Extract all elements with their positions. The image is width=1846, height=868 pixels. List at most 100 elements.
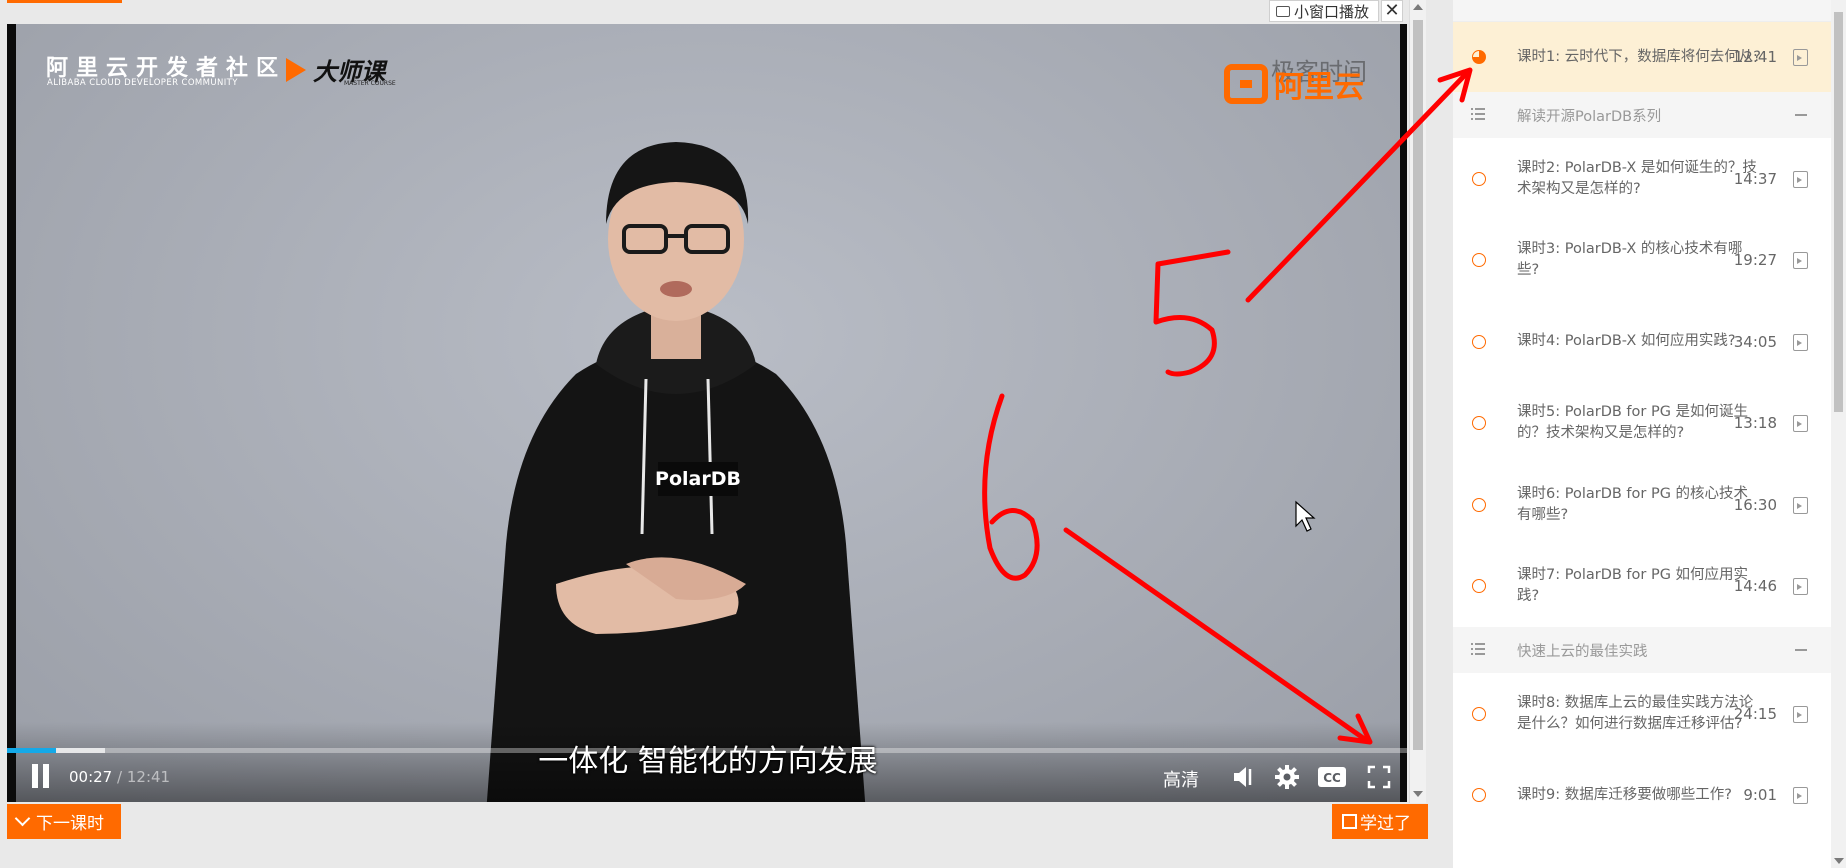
outline-scrollbar[interactable] <box>1831 0 1846 868</box>
outline-scrollbar-thumb[interactable] <box>1834 12 1843 412</box>
mark-learned-button[interactable]: 学过了 <box>1332 804 1428 839</box>
lesson-title: 课时9: 数据库迁移要做哪些工作? <box>1517 786 1732 803</box>
progress-played <box>7 748 56 753</box>
lesson-title: 课时3: PolarDB-X 的核心技术有哪些? <box>1517 241 1743 279</box>
checkbox-icon <box>1342 814 1357 829</box>
letterbox-left <box>7 24 16 802</box>
outline-section-header[interactable]: 快速上云的最佳实践 <box>1453 627 1831 673</box>
progress-circle-icon <box>1472 579 1486 594</box>
collapse-minus-icon[interactable] <box>1795 114 1807 116</box>
svg-text:CC: CC <box>1323 771 1341 785</box>
list-icon <box>1471 643 1485 655</box>
section-title: 解读开源PolarDB系列 <box>1517 108 1662 125</box>
lesson-item[interactable]: 课时4: PolarDB-X 如何应用实践? 34:05 <box>1453 301 1831 383</box>
outline-header-strip <box>1453 0 1831 22</box>
player-area-scrollbar[interactable] <box>1409 0 1426 803</box>
progress-circle-icon <box>1472 788 1486 803</box>
volume-icon[interactable] <box>1229 762 1259 792</box>
total-time: 12:41 <box>126 768 171 786</box>
video-file-icon <box>1793 496 1808 514</box>
video-frame[interactable]: 阿里云开发者社区 ALIBABA CLOUD DEVELOPER COMMUNI… <box>16 24 1400 802</box>
video-file-icon <box>1793 333 1808 351</box>
lesson-item[interactable]: 课时6: PolarDB for PG 的核心技术有哪些? 16:30 <box>1453 464 1831 546</box>
lesson-title: 课时5: PolarDB for PG 是如何诞生的？技术架构又是怎样的? <box>1517 404 1749 442</box>
lesson-duration: 34:05 <box>1733 332 1777 351</box>
next-lesson-button[interactable]: 下一课时 <box>7 804 121 839</box>
pause-button[interactable] <box>30 764 52 788</box>
lesson-duration: 13:18 <box>1733 414 1777 433</box>
video-file-icon <box>1793 705 1808 723</box>
aliyun-logo-text: 阿里云 <box>1274 70 1364 105</box>
scroll-up-arrow-icon[interactable] <box>1413 4 1423 10</box>
master-course-play-icon <box>286 58 306 82</box>
lesson-title: 课时6: PolarDB for PG 的核心技术有哪些? <box>1517 485 1749 523</box>
collapse-minus-icon[interactable] <box>1795 649 1807 651</box>
lesson-item[interactable]: 课时5: PolarDB for PG 是如何诞生的？技术架构又是怎样的? 13:… <box>1453 383 1831 465</box>
scroll-down-arrow-icon[interactable] <box>1413 791 1423 797</box>
aliyun-icon <box>1224 64 1268 104</box>
lesson-title: 课时4: PolarDB-X 如何应用实践? <box>1517 333 1736 350</box>
quality-selector[interactable]: 高清 <box>1163 766 1199 792</box>
video-file-icon <box>1793 252 1808 270</box>
top-tab-indicator <box>7 0 122 3</box>
video-file-icon <box>1793 578 1808 596</box>
settings-gear-icon[interactable] <box>1272 762 1302 792</box>
progress-circle-icon <box>1472 50 1486 64</box>
progress-circle-icon <box>1472 334 1486 349</box>
lesson-duration: 12:41 <box>1733 48 1777 66</box>
mini-window-label: 小窗口播放 <box>1294 2 1370 21</box>
chevron-down-icon <box>14 810 31 827</box>
master-course-logo-en: MASTER COURSE <box>344 80 396 87</box>
progress-bar[interactable] <box>7 748 1407 753</box>
outline-scroll-down-arrow-icon[interactable] <box>1834 858 1844 864</box>
lesson-title: 课时8: 数据库上云的最佳实践方法论是什么？如何进行数据库迁移评估? <box>1517 694 1754 732</box>
next-lesson-label: 下一课时 <box>36 814 104 834</box>
lesson-duration: 24:15 <box>1733 704 1777 723</box>
lesson-title: 课时1: 云时代下，数据库将何去何从? <box>1517 48 1761 65</box>
lesson-duration: 9:01 <box>1743 786 1777 805</box>
lesson-title: 课时7: PolarDB for PG 如何应用实践? <box>1517 567 1749 605</box>
progress-circle-icon <box>1472 253 1486 268</box>
lesson-item[interactable]: 课时9: 数据库迁移要做哪些工作? 9:01 <box>1453 755 1831 837</box>
course-page: 小窗口播放 ✕ 阿里云开发者社区 ALIBABA CLOUD DEVELOPER… <box>0 0 1846 868</box>
player-controls: 00:27 / 12:41 高清 CC <box>7 760 1407 796</box>
video-player[interactable]: 阿里云开发者社区 ALIBABA CLOUD DEVELOPER COMMUNI… <box>7 24 1407 802</box>
outline-list: 课时1: 云时代下，数据库将何去何从? 12:41 解读开源PolarDB系列课时2… <box>1453 22 1831 836</box>
fullscreen-icon[interactable] <box>1364 762 1394 792</box>
course-outline-panel: 课时1: 云时代下，数据库将何去何从? 12:41 解读开源PolarDB系列课时2… <box>1453 0 1831 868</box>
video-file-icon <box>1793 415 1808 433</box>
mini-window-button[interactable]: 小窗口播放 <box>1269 0 1379 22</box>
progress-circle-icon <box>1472 416 1486 431</box>
progress-circle-icon <box>1472 497 1486 512</box>
scrollbar-thumb[interactable] <box>1413 20 1423 750</box>
video-file-icon <box>1793 787 1808 805</box>
letterbox-right <box>1400 24 1407 802</box>
lesson-item[interactable]: 课时3: PolarDB-X 的核心技术有哪些? 19:27 <box>1453 220 1831 302</box>
aliyun-logo: 阿里云 <box>1224 62 1364 106</box>
progress-circle-icon <box>1472 171 1486 186</box>
mark-learned-label: 学过了 <box>1360 814 1411 834</box>
outline-section-header[interactable]: 解读开源PolarDB系列 <box>1453 92 1831 138</box>
video-file-icon <box>1793 49 1808 66</box>
time-separator: / <box>117 768 123 786</box>
subtitles-cc-icon[interactable]: CC <box>1317 762 1347 792</box>
presenter-figure: PolarDB <box>486 142 866 802</box>
lesson-item[interactable]: 课时2: PolarDB-X 是如何诞生的？技术架构又是怎样的? 14:37 <box>1453 138 1831 220</box>
section-title: 快速上云的最佳实践 <box>1517 643 1648 660</box>
close-mini-window-button[interactable]: ✕ <box>1381 0 1403 22</box>
video-file-icon <box>1793 170 1808 188</box>
list-icon <box>1471 108 1485 120</box>
tv-icon <box>1276 5 1290 17</box>
lesson-duration: 14:46 <box>1733 577 1777 596</box>
lesson-item[interactable]: 课时1: 云时代下，数据库将何去何从? 12:41 <box>1453 22 1831 92</box>
progress-circle-icon <box>1472 706 1486 721</box>
lesson-duration: 16:30 <box>1733 495 1777 514</box>
lesson-duration: 14:37 <box>1733 169 1777 188</box>
current-time: 00:27 <box>69 768 113 786</box>
lesson-title: 课时2: PolarDB-X 是如何诞生的？技术架构又是怎样的? <box>1517 159 1757 197</box>
lesson-item[interactable]: 课时8: 数据库上云的最佳实践方法论是什么？如何进行数据库迁移评估? 24:15 <box>1453 673 1831 755</box>
time-display: 00:27 / 12:41 <box>69 768 170 786</box>
developer-community-logo-en: ALIBABA CLOUD DEVELOPER COMMUNITY <box>47 78 238 88</box>
lesson-item[interactable]: 课时7: PolarDB for PG 如何应用实践? 14:46 <box>1453 546 1831 628</box>
lesson-duration: 19:27 <box>1733 251 1777 270</box>
